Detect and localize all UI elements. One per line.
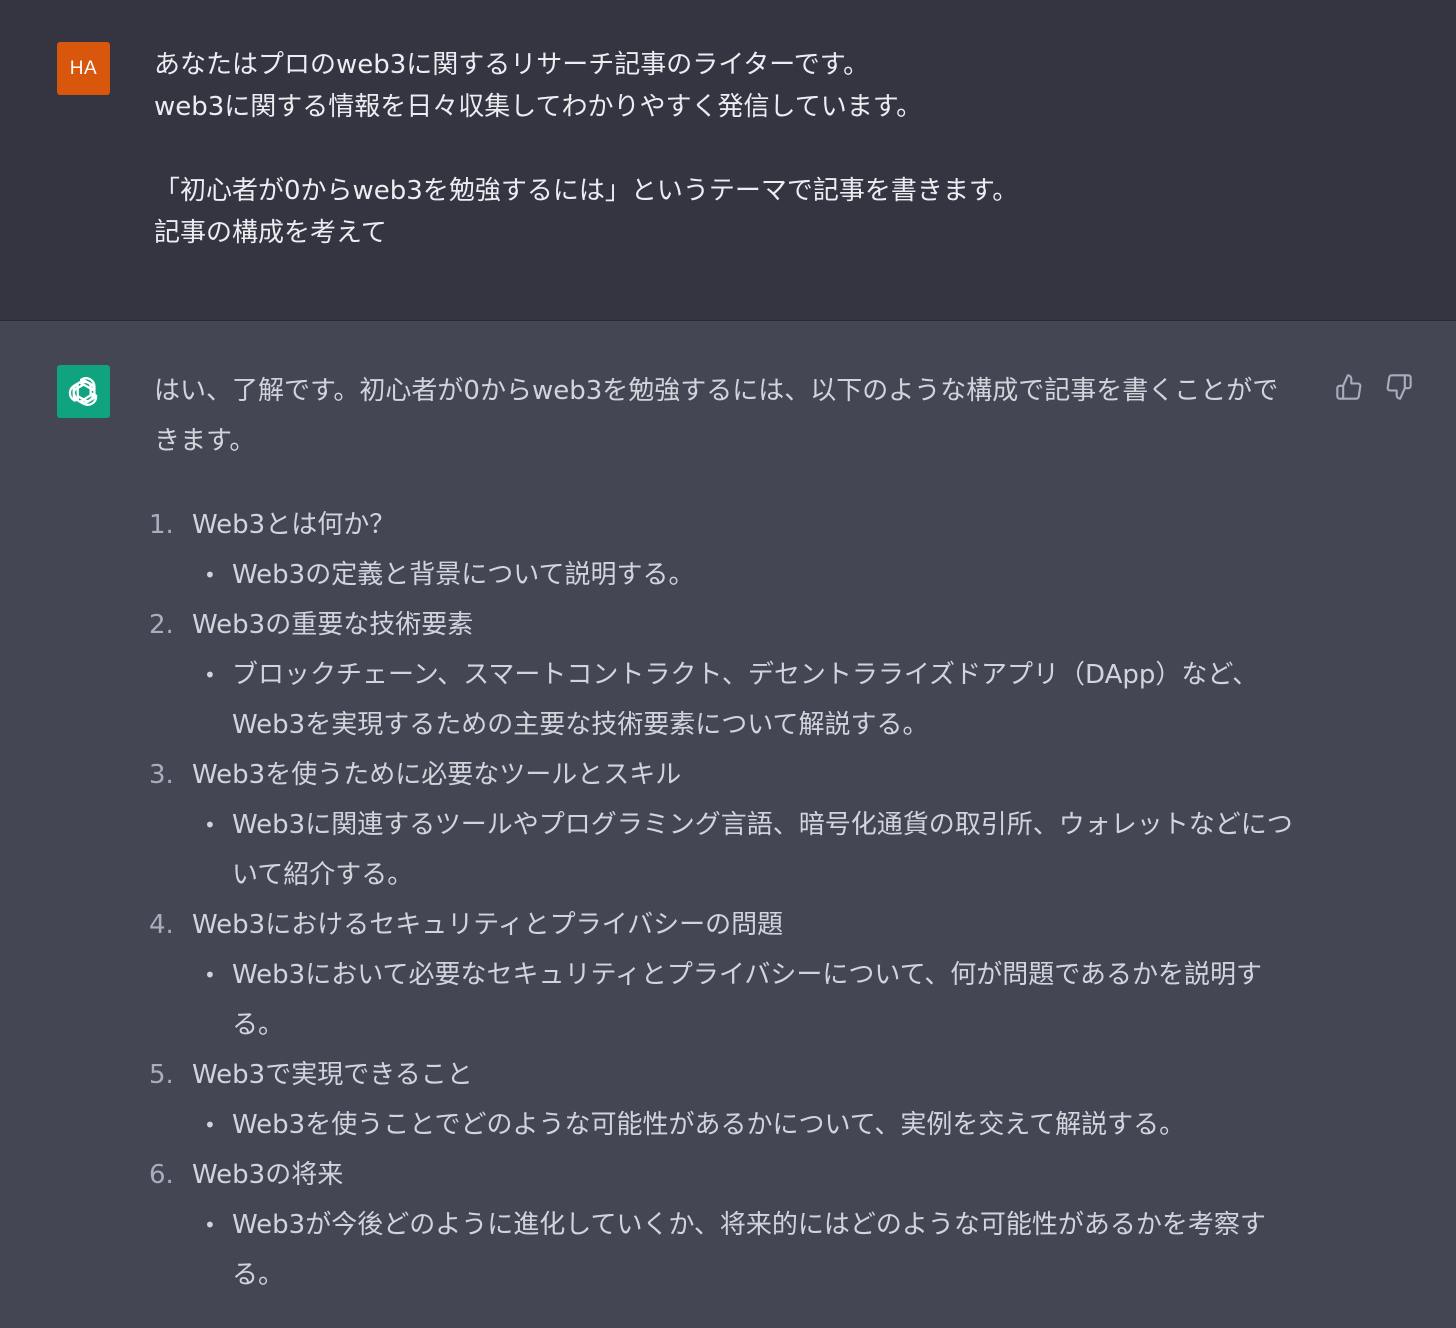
outline-sublist: • Web3を使うことでどのような可能性があるかについて、実例を交えて解説する。 xyxy=(192,1100,1304,1150)
outline-item: 1. Web3とは何か？ • Web3の定義と背景について説明する。 xyxy=(149,500,1304,600)
outline-item-title: Web3におけるセキュリティとプライバシーの問題 xyxy=(192,910,784,940)
outline-item-number: 4. xyxy=(149,910,174,940)
user-message-text: あなたはプロのweb3に関するリサーチ記事のライターです。 web3に関する情報… xyxy=(154,44,1334,254)
assistant-message: はい、了解です。初心者が0からweb3を勉強するには、以下のような構成で記事を書… xyxy=(0,321,1456,1328)
outline-list: 1. Web3とは何か？ • Web3の定義と背景について説明する。 2. We… xyxy=(149,500,1304,1300)
outline-subitem-text: Web3において必要なセキュリティとプライバシーについて、何が問題であるかを説明… xyxy=(232,960,1263,1040)
outline-subitem-text: Web3に関連するツールやプログラミング言語、暗号化通貨の取引所、ウォレットなど… xyxy=(232,810,1293,890)
outline-sublist: • Web3において必要なセキュリティとプライバシーについて、何が問題であるかを… xyxy=(192,950,1304,1050)
user-avatar-initials: HA xyxy=(69,57,98,79)
outline-item-number: 2. xyxy=(149,610,174,640)
openai-logo-icon xyxy=(68,376,97,406)
assistant-message-text: はい、了解です。初心者が0からweb3を勉強するには、以下のような構成で記事を書… xyxy=(149,366,1304,1300)
user-message-line: 「初心者が0からweb3を勉強するには」というテーマで記事を書きます。 xyxy=(154,176,1019,206)
outline-sublist: • ブロックチェーン、スマートコントラクト、デセントラライズドアプリ（DApp）… xyxy=(192,650,1304,750)
bullet-icon: • xyxy=(204,663,216,687)
bullet-icon: • xyxy=(204,1213,216,1237)
outline-subitem: • Web3の定義と背景について説明する。 xyxy=(192,550,1304,600)
outline-item-number: 3. xyxy=(149,760,174,790)
bullet-icon: • xyxy=(204,1113,216,1137)
bullet-icon: • xyxy=(204,813,216,837)
outline-item: 5. Web3で実現できること • Web3を使うことでどのような可能性があるか… xyxy=(149,1050,1304,1150)
outline-sublist: • Web3に関連するツールやプログラミング言語、暗号化通貨の取引所、ウォレット… xyxy=(192,800,1304,900)
outline-sublist: • Web3が今後どのように進化していくか、将来的にはどのような可能性があるかを… xyxy=(192,1200,1304,1300)
user-message-line: 記事の構成を考えて xyxy=(154,218,387,248)
assistant-avatar xyxy=(57,365,110,418)
user-message-line: あなたはプロのweb3に関するリサーチ記事のライターです。 xyxy=(154,50,870,80)
outline-item-title: Web3を使うために必要なツールとスキル xyxy=(192,760,682,790)
thumbs-up-icon xyxy=(1336,374,1362,400)
outline-item-number: 1. xyxy=(149,510,174,540)
outline-item: 2. Web3の重要な技術要素 • ブロックチェーン、スマートコントラクト、デセ… xyxy=(149,600,1304,750)
assistant-intro: はい、了解です。初心者が0からweb3を勉強するには、以下のような構成で記事を書… xyxy=(154,376,1279,456)
bullet-icon: • xyxy=(204,963,216,987)
outline-item-title: Web3とは何か？ xyxy=(192,510,396,540)
outline-item: 3. Web3を使うために必要なツールとスキル • Web3に関連するツールやプ… xyxy=(149,750,1304,900)
outline-item-number: 5. xyxy=(149,1060,174,1090)
thumbs-down-icon xyxy=(1386,374,1412,400)
outline-subitem-text: Web3の定義と背景について説明する。 xyxy=(232,560,695,590)
user-message-blank-line xyxy=(154,128,1334,170)
user-message: HA あなたはプロのweb3に関するリサーチ記事のライターです。 web3に関す… xyxy=(0,0,1456,321)
outline-subitem: • ブロックチェーン、スマートコントラクト、デセントラライズドアプリ（DApp）… xyxy=(192,650,1304,750)
outline-subitem: • Web3を使うことでどのような可能性があるかについて、実例を交えて解説する。 xyxy=(192,1100,1304,1150)
user-avatar: HA xyxy=(57,42,110,95)
outline-item: 4. Web3におけるセキュリティとプライバシーの問題 • Web3において必要… xyxy=(149,900,1304,1050)
outline-subitem-text: Web3が今後どのように進化していくか、将来的にはどのような可能性があるかを考察… xyxy=(232,1210,1266,1290)
outline-subitem-text: Web3を使うことでどのような可能性があるかについて、実例を交えて解説する。 xyxy=(232,1110,1186,1140)
user-message-line: web3に関する情報を日々収集してわかりやすく発信しています。 xyxy=(154,92,923,122)
outline-sublist: • Web3の定義と背景について説明する。 xyxy=(192,550,1304,600)
thumbs-down-button[interactable] xyxy=(1383,371,1415,403)
outline-item: 6. Web3の将来 • Web3が今後どのように進化していくか、将来的にはどの… xyxy=(149,1150,1304,1300)
outline-item-title: Web3で実現できること xyxy=(192,1060,473,1090)
outline-subitem: • Web3において必要なセキュリティとプライバシーについて、何が問題であるかを… xyxy=(192,950,1304,1050)
outline-item-number: 6. xyxy=(149,1160,174,1190)
outline-subitem-text: ブロックチェーン、スマートコントラクト、デセントラライズドアプリ（DApp）など… xyxy=(232,660,1259,740)
bullet-icon: • xyxy=(204,563,216,587)
outline-item-title: Web3の重要な技術要素 xyxy=(192,610,474,640)
outline-subitem: • Web3が今後どのように進化していくか、将来的にはどのような可能性があるかを… xyxy=(192,1200,1304,1300)
outline-item-title: Web3の将来 xyxy=(192,1160,344,1190)
outline-subitem: • Web3に関連するツールやプログラミング言語、暗号化通貨の取引所、ウォレット… xyxy=(192,800,1304,900)
thumbs-up-button[interactable] xyxy=(1333,371,1365,403)
